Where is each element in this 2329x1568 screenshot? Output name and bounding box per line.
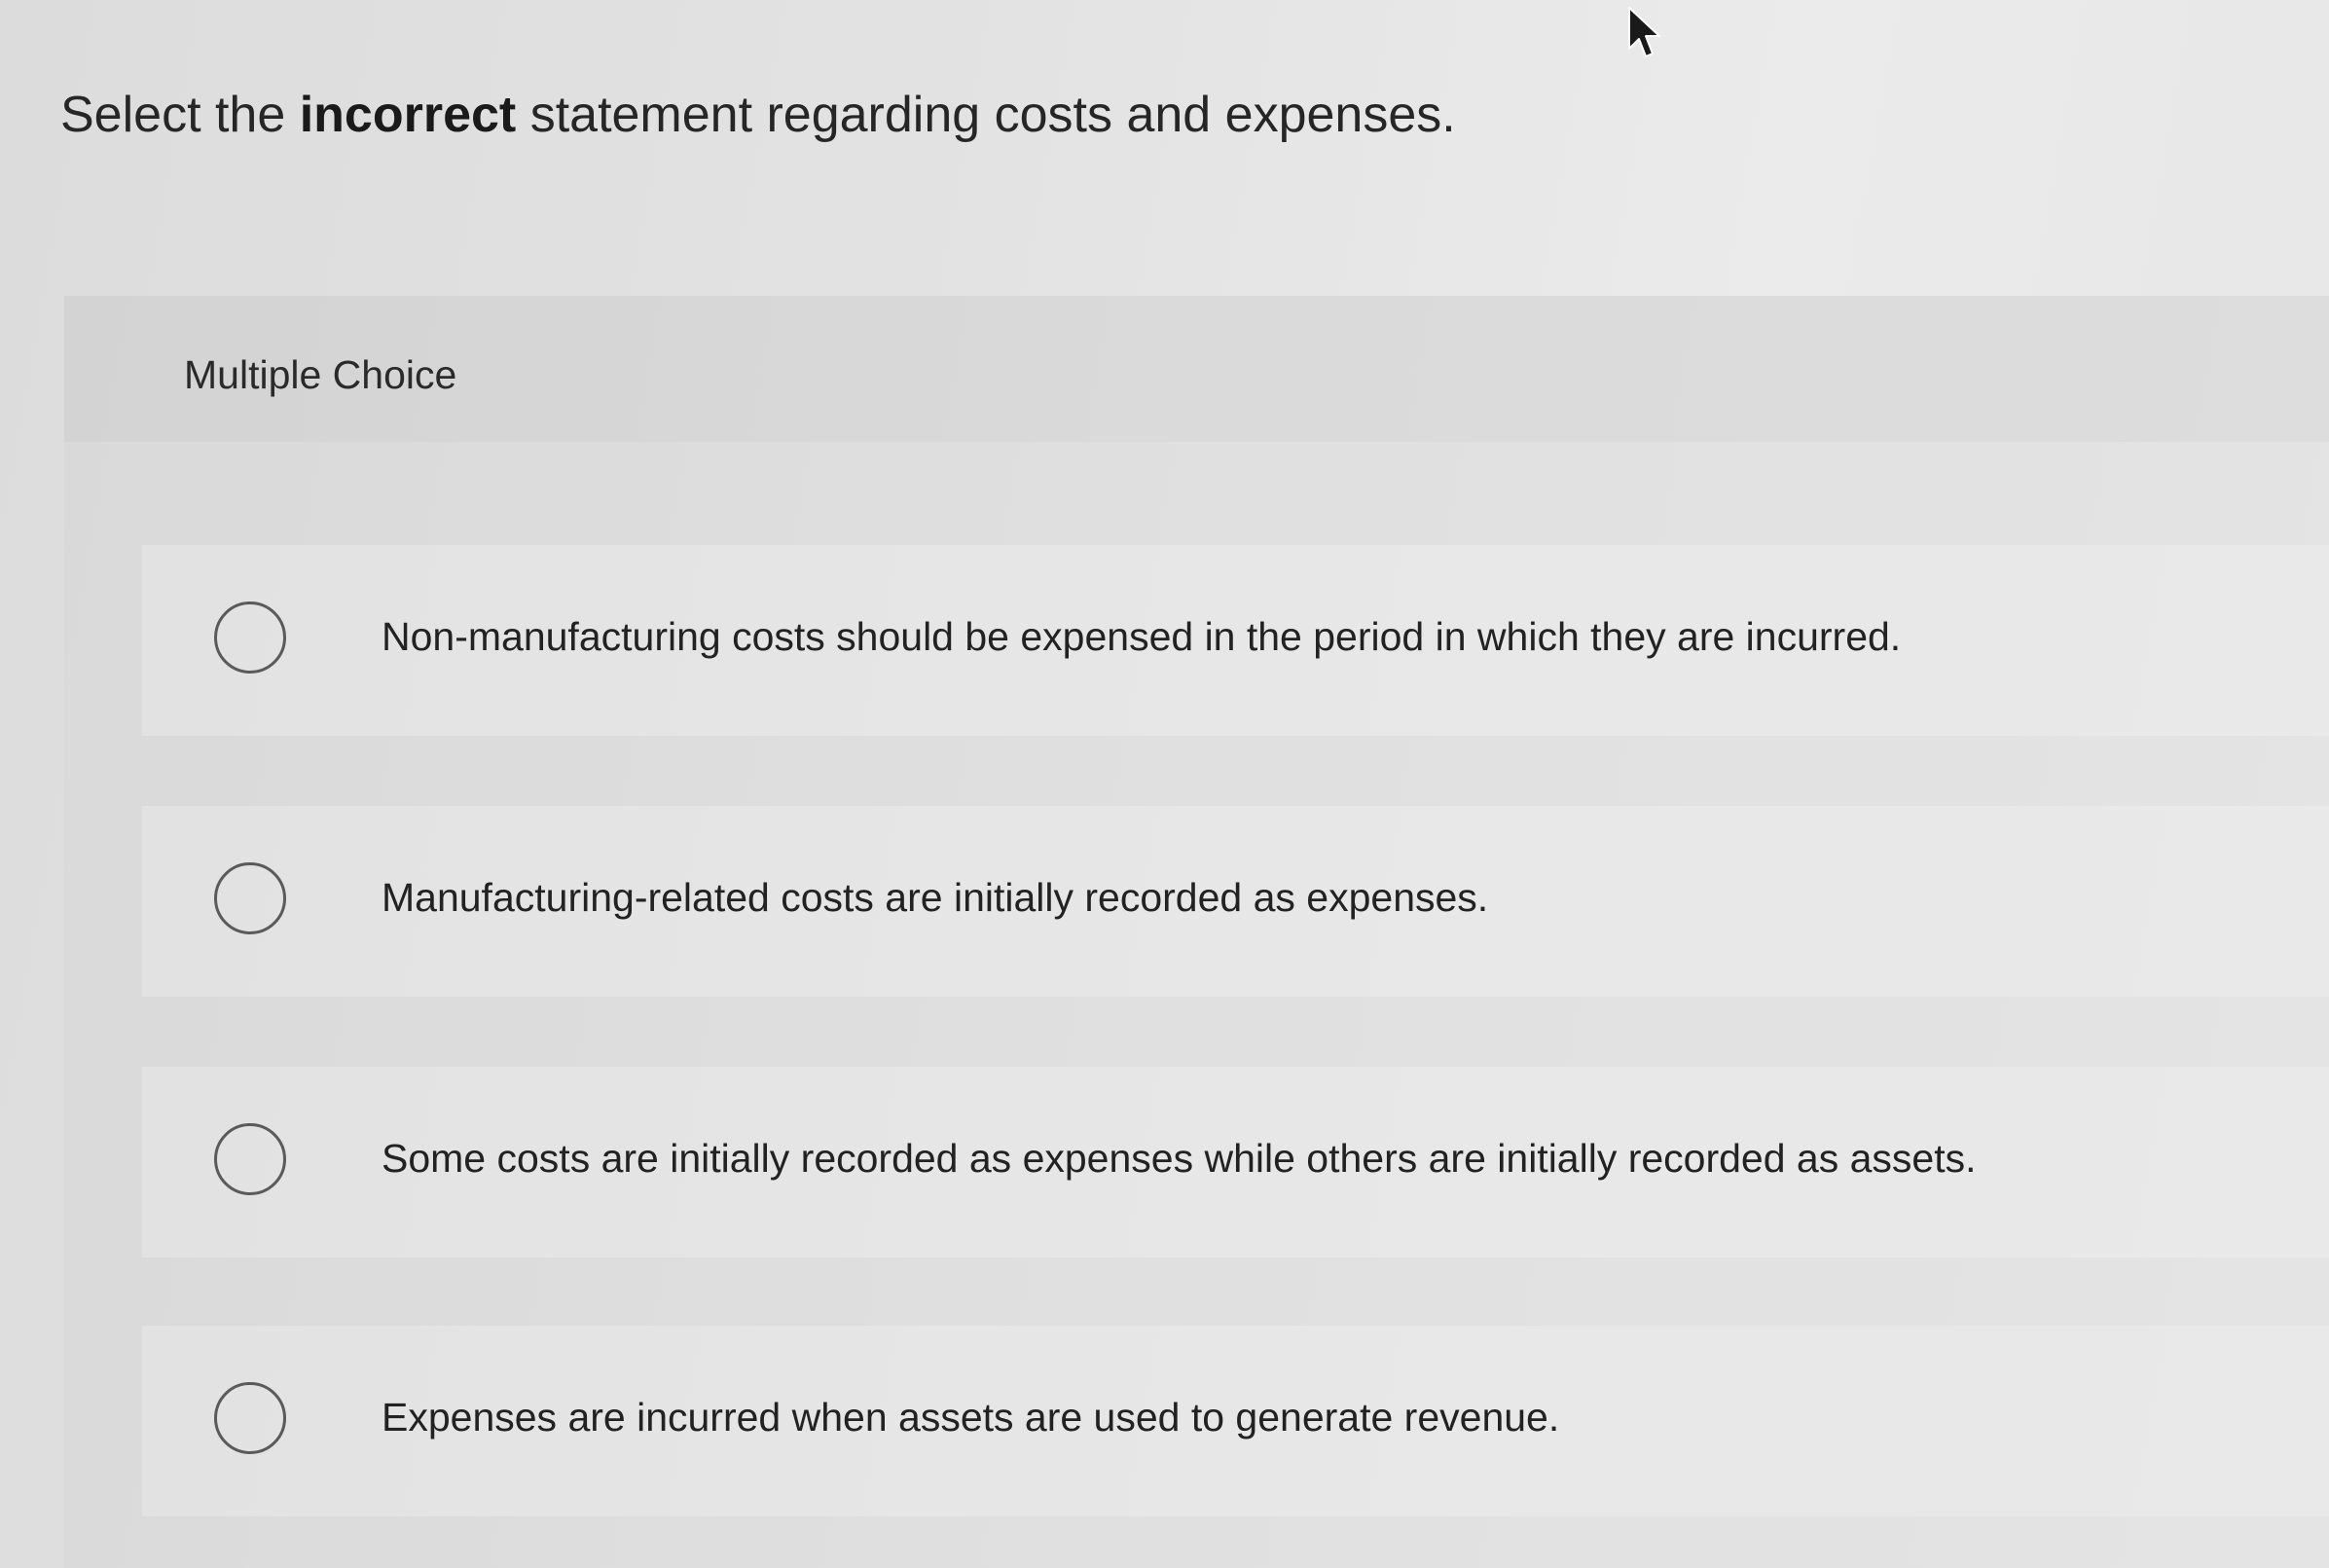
answer-option-3[interactable]: Some costs are initially recorded as exp… [142, 1067, 2329, 1258]
radio-button-2[interactable] [214, 862, 286, 934]
radio-button-1[interactable] [214, 602, 286, 674]
answer-option-2[interactable]: Manufacturing-related costs are initiall… [142, 806, 2329, 997]
mouse-cursor-icon [1628, 7, 1660, 57]
multiple-choice-label: Multiple Choice [184, 352, 457, 397]
question-prompt: Select the incorrect statement regarding… [60, 84, 1456, 146]
answer-option-1[interactable]: Non-manufacturing costs should be expens… [142, 545, 2329, 736]
answer-option-text: Non-manufacturing costs should be expens… [382, 614, 1902, 659]
answer-option-4[interactable]: Expenses are incurred when assets are us… [142, 1326, 2329, 1516]
answer-option-text: Some costs are initially recorded as exp… [382, 1136, 1977, 1181]
radio-button-3[interactable] [214, 1123, 286, 1195]
question-emphasis: incorrect [299, 87, 517, 143]
answer-option-text: Expenses are incurred when assets are us… [382, 1395, 1560, 1440]
question-suffix: statement regarding costs and expenses. [516, 87, 1456, 143]
answer-option-text: Manufacturing-related costs are initiall… [382, 875, 1489, 920]
question-prefix: Select the [60, 87, 300, 143]
radio-button-4[interactable] [214, 1382, 286, 1454]
